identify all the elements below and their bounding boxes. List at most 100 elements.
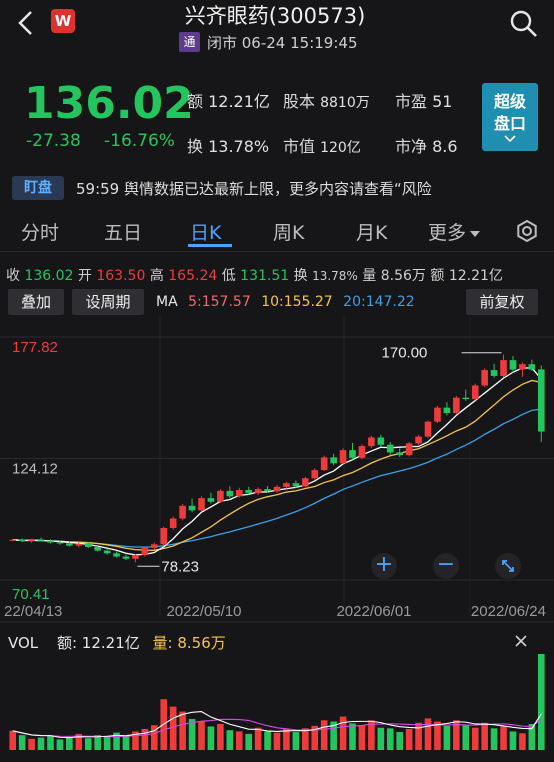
- volume-bar: [198, 721, 205, 750]
- tab-weekly-k[interactable]: 周K: [273, 218, 304, 245]
- candle-body: [198, 498, 205, 511]
- volume-bar: [292, 732, 300, 750]
- market-status: 闭市 06-24 15:19:45: [207, 34, 358, 52]
- candle-body: [113, 553, 120, 557]
- volume-bar: [302, 728, 309, 750]
- ohlc-turn: 13.78%: [312, 269, 358, 283]
- ohlc-vol-label: 量: [362, 268, 377, 284]
- candle-body: [396, 452, 404, 456]
- volume-bar: [405, 728, 413, 750]
- stat-pe-label: 市盈: [395, 92, 428, 111]
- candle-body: [264, 489, 271, 492]
- overlay-button[interactable]: 叠加: [8, 289, 64, 315]
- stat-turnover-value: 12.21亿: [208, 92, 270, 111]
- tab-daily-k[interactable]: 日K: [190, 218, 221, 245]
- stat-turnover-rate: 换 13.78%: [187, 133, 269, 157]
- volume-bar: [56, 739, 64, 750]
- candle-body: [132, 555, 139, 559]
- volume-bar: [273, 732, 281, 750]
- ohlc-open: 163.50: [96, 268, 146, 284]
- volume-bar: [94, 735, 101, 750]
- set-period-button[interactable]: 设周期: [72, 289, 144, 315]
- stat-share-capital-label: 股本: [283, 92, 316, 111]
- volume-legend: VOL 额: 12.21亿 量: 8.56万: [8, 632, 226, 653]
- volume-bar: [169, 706, 177, 750]
- candle-body: [56, 542, 64, 544]
- zoom-in-button[interactable]: +: [371, 553, 397, 579]
- ohlc-amt-label: 额: [430, 268, 445, 284]
- tab-intraday[interactable]: 分时: [21, 218, 59, 245]
- volume-bar: [226, 730, 234, 750]
- expand-icon: [502, 560, 514, 572]
- adjust-mode-button[interactable]: 前复权: [466, 289, 538, 315]
- super-orderbook-button[interactable]: 超级 盘口: [482, 83, 538, 151]
- stat-market-cap: 市值 120亿: [283, 133, 361, 157]
- candle-body: [528, 364, 536, 370]
- vol-vol: 8.56万: [177, 634, 226, 652]
- candle-body: [377, 437, 385, 445]
- ohlc-vol: 8.56万: [380, 268, 426, 284]
- x-axis-label: 2022/06/24: [471, 603, 546, 620]
- watch-tag[interactable]: 盯盘: [12, 176, 64, 200]
- fullscreen-button[interactable]: [495, 553, 521, 579]
- stat-pe-value: 51: [432, 92, 453, 111]
- volume-bar: [245, 733, 252, 750]
- ohlc-low: 131.51: [240, 268, 290, 284]
- x-axis-label: 2022/06/01: [336, 603, 411, 620]
- stat-turnover-rate-label: 换: [187, 137, 204, 156]
- x-axis-label: 22/04/13: [4, 603, 62, 620]
- candle-body: [169, 518, 177, 528]
- news-ticker[interactable]: 59:59 舆情数据已达最新上限，更多内容请查看“风险: [76, 178, 512, 199]
- tab-monthly-k[interactable]: 月K: [356, 218, 387, 245]
- candle-body: [415, 436, 422, 444]
- candle-body: [386, 444, 394, 453]
- ohlc-turn-label: 换: [293, 268, 308, 284]
- search-button[interactable]: [509, 9, 539, 39]
- volume-bar: [471, 727, 479, 750]
- candle-body: [28, 540, 35, 542]
- news-fade: [494, 174, 554, 204]
- connect-badge: 通: [179, 32, 200, 52]
- candle-body: [94, 546, 101, 551]
- candle-body: [245, 489, 252, 494]
- candle-body: [434, 407, 441, 422]
- candle-body: [471, 385, 479, 400]
- candle-body: [141, 547, 149, 556]
- ma20-value: 20:147.22: [343, 294, 415, 310]
- volume-bar: [537, 654, 545, 750]
- candle-body: [481, 370, 488, 386]
- search-icon: [510, 10, 537, 37]
- volume-bar: [462, 724, 470, 750]
- zoom-out-button[interactable]: −: [433, 553, 459, 579]
- volume-bar: [9, 730, 17, 750]
- tab-more[interactable]: 更多: [428, 218, 481, 245]
- stat-turnover-label: 额: [187, 92, 204, 111]
- volume-bar: [283, 728, 290, 750]
- candle-body: [37, 540, 45, 542]
- close-volume-button[interactable]: [512, 632, 530, 650]
- stat-turnover-rate-value: 13.78%: [208, 137, 270, 156]
- stat-pb-label: 市净: [395, 137, 428, 156]
- ohlc-close-label: 收: [6, 268, 20, 284]
- active-tab-underline: [188, 244, 232, 247]
- gear-icon: [517, 219, 537, 243]
- volume-bar: [386, 728, 394, 750]
- candle-body: [500, 360, 507, 376]
- ohlc-amt: 12.21亿: [448, 268, 503, 284]
- caret-down-icon: [470, 231, 481, 237]
- low-annotation: 78.23: [161, 558, 199, 575]
- stat-pe: 市盈 51: [395, 88, 452, 112]
- volume-bar: [207, 726, 215, 750]
- candle-body: [490, 370, 498, 376]
- back-button[interactable]: [10, 6, 44, 40]
- candle-body: [292, 483, 300, 487]
- y-axis-label: 177.82: [12, 339, 58, 356]
- y-axis-label: 70.41: [12, 586, 50, 603]
- chart-settings-button[interactable]: [516, 219, 538, 247]
- volume-bar: [339, 716, 347, 750]
- tab-five-day[interactable]: 五日: [104, 218, 142, 245]
- vol-vol-label: 量:: [152, 634, 173, 652]
- candle-body: [47, 540, 54, 543]
- kline-chart[interactable]: 177.82 124.12 70.41 170.00 78.23 22/04/13 2022…: [0, 316, 554, 762]
- candle-body: [150, 544, 158, 548]
